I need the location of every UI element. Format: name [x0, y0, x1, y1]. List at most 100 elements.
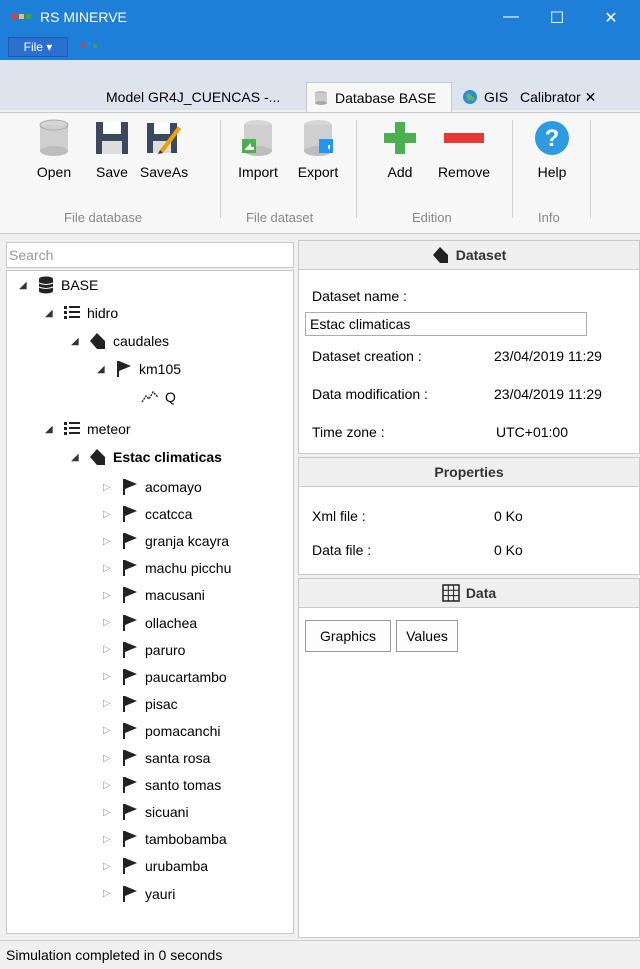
collapsed-arrow-icon[interactable]: ▷: [103, 753, 113, 764]
group-file-dataset: File dataset: [246, 210, 314, 225]
list-icon: [64, 306, 80, 319]
flag-icon: [123, 831, 137, 848]
dataset-name-input[interactable]: Estac climaticas: [305, 312, 587, 336]
collapsed-arrow-icon[interactable]: ▷: [103, 807, 113, 818]
tree-node-station[interactable]: ▷ ccatcca: [103, 502, 192, 526]
tab-calibrator[interactable]: Calibrator ✕: [514, 82, 602, 112]
graphics-button[interactable]: Graphics: [305, 620, 391, 652]
tree-label: paruro: [145, 641, 186, 658]
minimize-button[interactable]: —: [488, 0, 534, 60]
expanded-arrow-icon[interactable]: ◢: [97, 364, 107, 375]
tree-node-base[interactable]: ◢ BASE: [19, 273, 98, 297]
tab-model[interactable]: Model GR4J_CUENCAS -...: [100, 82, 286, 112]
export-button[interactable]: Export: [292, 118, 344, 190]
maximize-button[interactable]: ☐: [534, 0, 580, 60]
remove-button[interactable]: Remove: [438, 118, 490, 190]
collapsed-arrow-icon[interactable]: ▷: [103, 644, 113, 655]
import-icon: [238, 118, 278, 158]
properties-header: Properties: [298, 457, 640, 487]
collapsed-arrow-icon[interactable]: ▷: [103, 780, 113, 791]
grid-icon: [442, 584, 460, 602]
help-button[interactable]: ? Help: [526, 118, 578, 190]
tree-node-meteor[interactable]: ◢ meteor: [45, 417, 131, 441]
file-menu-button[interactable]: File ▾: [8, 37, 68, 57]
open-label: Open: [36, 164, 72, 180]
import-button[interactable]: Import: [232, 118, 284, 190]
collapsed-arrow-icon[interactable]: ▷: [103, 536, 113, 547]
collapsed-arrow-icon[interactable]: ▷: [103, 617, 113, 628]
tree-node-station[interactable]: ▷ santo tomas: [103, 773, 221, 797]
tree-node-station[interactable]: ▷ granja kcayra: [103, 529, 229, 553]
time-zone-value: UTC+01:00: [496, 424, 568, 440]
collapsed-arrow-icon[interactable]: ▷: [103, 725, 113, 736]
flag-icon: [123, 560, 137, 577]
flag-icon: [123, 533, 137, 550]
tree-node-station[interactable]: ▷ urubamba: [103, 854, 208, 878]
save-button[interactable]: Save: [86, 118, 138, 190]
tree-node-station[interactable]: ▷ paucartambo: [103, 665, 227, 689]
tree-label: santa rosa: [145, 750, 211, 766]
tree-node-station[interactable]: ▷ paruro: [103, 638, 185, 662]
status-bar: Simulation completed in 0 seconds: [0, 940, 640, 969]
add-button[interactable]: Add: [374, 118, 426, 190]
collapsed-arrow-icon[interactable]: ▷: [103, 671, 113, 682]
dataset-header-label: Dataset: [455, 247, 507, 263]
save-as-icon: [144, 118, 184, 158]
tree-node-station[interactable]: ▷ machu picchu: [103, 556, 231, 580]
tree-node-q[interactable]: Q: [141, 385, 176, 409]
tree-node-caudales[interactable]: ◢ caudales: [71, 329, 169, 353]
tree-node-station[interactable]: ▷ santa rosa: [103, 746, 210, 770]
collapsed-arrow-icon[interactable]: ▷: [103, 834, 113, 845]
time-zone-label: Time zone :: [312, 424, 385, 440]
tree-label: machu picchu: [145, 560, 232, 577]
tab-gis[interactable]: GIS: [456, 82, 514, 112]
ribbon-separator: [220, 120, 221, 218]
expanded-arrow-icon[interactable]: ◢: [45, 308, 55, 319]
flag-icon: [123, 587, 137, 604]
export-icon: [298, 118, 338, 158]
close-window-button[interactable]: ✕: [588, 0, 634, 60]
collapsed-arrow-icon[interactable]: ▷: [103, 888, 113, 899]
xml-file-label: Xml file :: [312, 508, 366, 524]
collapsed-arrow-icon[interactable]: ▷: [103, 590, 113, 601]
tree-node-km105[interactable]: ◢ km105: [97, 357, 181, 381]
tree-node-station[interactable]: ▷ tambobamba: [103, 827, 227, 851]
expanded-arrow-icon[interactable]: ◢: [71, 336, 81, 347]
tree-node-station[interactable]: ▷ sicuani: [103, 800, 189, 824]
flag-icon: [123, 668, 137, 685]
expanded-arrow-icon[interactable]: ◢: [45, 424, 55, 435]
expanded-arrow-icon[interactable]: ◢: [71, 452, 81, 463]
expanded-arrow-icon[interactable]: ◢: [19, 280, 29, 291]
open-button[interactable]: Open: [28, 118, 80, 190]
tree-node-station[interactable]: ▷ pisac: [103, 692, 178, 716]
title-bar: RS MINERVE — ☐ ✕ File ▾: [0, 0, 640, 60]
flag-icon: [123, 777, 137, 794]
window-title: RS MINERVE: [40, 9, 127, 25]
data-header-label: Data: [465, 585, 497, 601]
data-file-value: 0 Ko: [494, 542, 523, 558]
series-icon: [141, 390, 159, 403]
remove-label: Remove: [437, 164, 491, 180]
collapsed-arrow-icon[interactable]: ▷: [103, 482, 113, 493]
collapsed-arrow-icon[interactable]: ▷: [103, 509, 113, 520]
tree-node-hidro[interactable]: ◢ hidro: [45, 301, 118, 325]
plus-icon: [380, 118, 420, 158]
search-input[interactable]: Search: [6, 242, 294, 268]
tree-node-station[interactable]: ▷ pomacanchi: [103, 719, 221, 743]
help-icon: ?: [532, 118, 572, 158]
database-open-icon: [34, 118, 74, 158]
collapsed-arrow-icon[interactable]: ▷: [103, 563, 113, 574]
tab-database-label: Database BASE: [335, 89, 437, 106]
values-button[interactable]: Values: [396, 620, 458, 652]
tab-database[interactable]: Database BASE: [306, 82, 452, 112]
saveas-button[interactable]: SaveAs: [138, 118, 190, 190]
tree-node-station[interactable]: ▷ acomayo: [103, 475, 202, 499]
tree-node-estac-climaticas[interactable]: ◢ Estac climaticas: [71, 445, 222, 469]
tree-node-station[interactable]: ▷ macusani: [103, 583, 205, 607]
properties-header-label: Properties: [434, 464, 504, 480]
collapsed-arrow-icon[interactable]: ▷: [103, 861, 113, 872]
tree-label: urubamba: [145, 858, 209, 875]
tree-node-station[interactable]: ▷ yauri: [103, 882, 175, 906]
tree-node-station[interactable]: ▷ ollachea: [103, 611, 197, 635]
collapsed-arrow-icon[interactable]: ▷: [103, 698, 113, 709]
